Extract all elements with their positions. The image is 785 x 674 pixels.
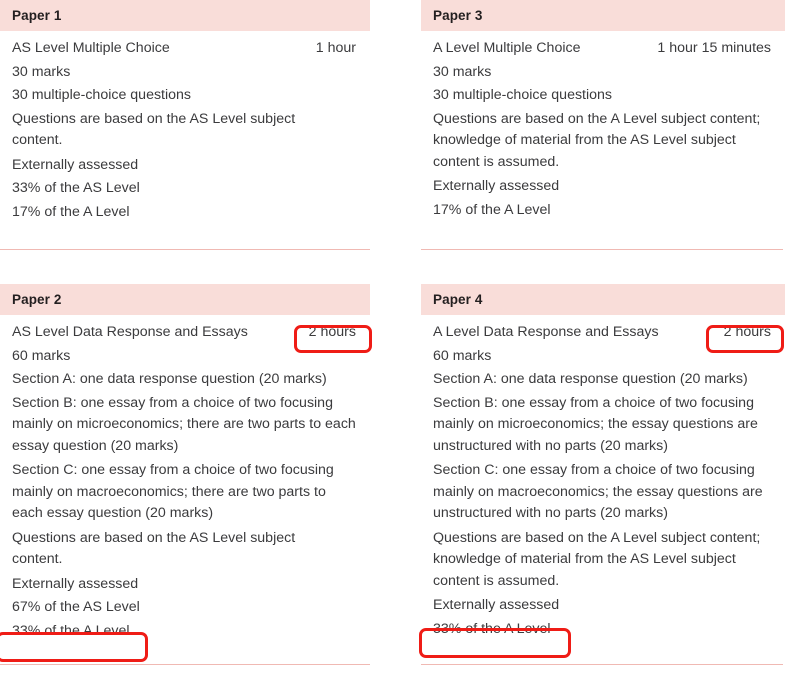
- paper-detail-line: 30 multiple-choice questions: [12, 87, 192, 103]
- paper-detail-line: 30 marks: [12, 63, 71, 80]
- paper-component-name: A Level Multiple Choice: [433, 40, 581, 56]
- paper-detail-line: Section B: one essay from a choice of tw…: [433, 394, 758, 454]
- paper-block-paper-1: Paper 1 AS Level Multiple Choice 1 hour …: [0, 0, 370, 254]
- paper-title-heading: Paper 4: [433, 292, 483, 307]
- paper-body-paper-3: A Level Multiple Choice 1 hour 15 minute…: [421, 31, 785, 221]
- assessment-overview-grid: Paper 1 AS Level Multiple Choice 1 hour …: [0, 0, 785, 674]
- paper-detail-line: 33% of the A Level: [12, 622, 130, 639]
- paper-detail-line: Section A: one data response question (2…: [433, 371, 748, 387]
- paper-detail-line: Externally assessed: [433, 597, 560, 613]
- paper-detail-line: 17% of the A Level: [12, 203, 130, 220]
- paper-detail-line: Section B: one essay from a choice of tw…: [12, 394, 356, 454]
- paper-title-heading: Paper 2: [12, 292, 62, 307]
- paper-detail-line: 33% of the A Level: [433, 620, 551, 637]
- paper-detail-line: Externally assessed: [12, 156, 139, 173]
- paper-divider-rule: [0, 664, 370, 665]
- paper-body-paper-2: AS Level Data Response and Essays 2 hour…: [0, 315, 370, 642]
- paper-block-paper-3: Paper 3 A Level Multiple Choice 1 hour 1…: [421, 0, 785, 254]
- paper-divider-rule: [421, 664, 783, 665]
- paper-detail-line: Externally assessed: [12, 575, 139, 592]
- paper-header-paper-4: Paper 4: [421, 284, 785, 315]
- paper-title-heading: Paper 1: [12, 8, 62, 23]
- paper-summary-row: A Level Data Response and Essays 2 hours: [433, 322, 783, 344]
- paper-detail-line: Section C: one essay from a choice of tw…: [433, 462, 763, 521]
- paper-summary-row: AS Level Data Response and Essays 2 hour…: [12, 322, 368, 344]
- paper-body-paper-1: AS Level Multiple Choice 1 hour 30 marks…: [0, 31, 370, 223]
- paper-detail-line: Questions are based on the AS Level subj…: [12, 529, 296, 568]
- paper-component-name: A Level Data Response and Essays: [433, 324, 659, 340]
- paper-detail-line: 30 marks: [433, 63, 492, 80]
- paper-detail-line: 17% of the A Level: [433, 201, 551, 218]
- paper-header-paper-3: Paper 3: [421, 0, 785, 31]
- paper-header-paper-2: Paper 2: [0, 284, 370, 315]
- paper-detail-line: 67% of the AS Level: [12, 599, 140, 615]
- paper-component-name: AS Level Multiple Choice: [12, 40, 170, 56]
- paper-duration: 1 hour 15 minutes: [657, 40, 771, 56]
- paper-detail-line: Section C: one essay from a choice of tw…: [12, 462, 334, 521]
- paper-component-name: AS Level Data Response and Essays: [12, 324, 248, 340]
- paper-detail-line: 60 marks: [12, 347, 71, 364]
- paper-detail-line: Section A: one data response question (2…: [12, 371, 327, 387]
- paper-detail-line: Externally assessed: [433, 178, 560, 194]
- paper-duration: 2 hours: [308, 324, 356, 340]
- paper-block-paper-2: Paper 2 AS Level Data Response and Essay…: [0, 284, 370, 674]
- paper-divider-rule: [421, 249, 783, 250]
- paper-block-paper-4: Paper 4 A Level Data Response and Essays…: [421, 284, 785, 674]
- paper-summary-row: AS Level Multiple Choice 1 hour: [12, 38, 368, 60]
- paper-duration: 2 hours: [723, 324, 771, 340]
- paper-detail-line: Questions are based on the AS Level subj…: [12, 110, 296, 149]
- paper-detail-line: Questions are based on the A Level subje…: [433, 529, 761, 589]
- paper-detail-line: 33% of the AS Level: [12, 180, 140, 196]
- paper-divider-rule: [0, 249, 370, 250]
- paper-detail-line: 60 marks: [433, 347, 492, 364]
- paper-body-paper-4: A Level Data Response and Essays 2 hours…: [421, 315, 785, 640]
- paper-header-paper-1: Paper 1: [0, 0, 370, 31]
- paper-detail-line: 30 multiple-choice questions: [433, 87, 613, 103]
- paper-title-heading: Paper 3: [433, 8, 483, 23]
- paper-summary-row: A Level Multiple Choice 1 hour 15 minute…: [433, 38, 783, 60]
- paper-detail-line: Questions are based on the A Level subje…: [433, 110, 761, 170]
- paper-duration: 1 hour: [315, 40, 356, 56]
